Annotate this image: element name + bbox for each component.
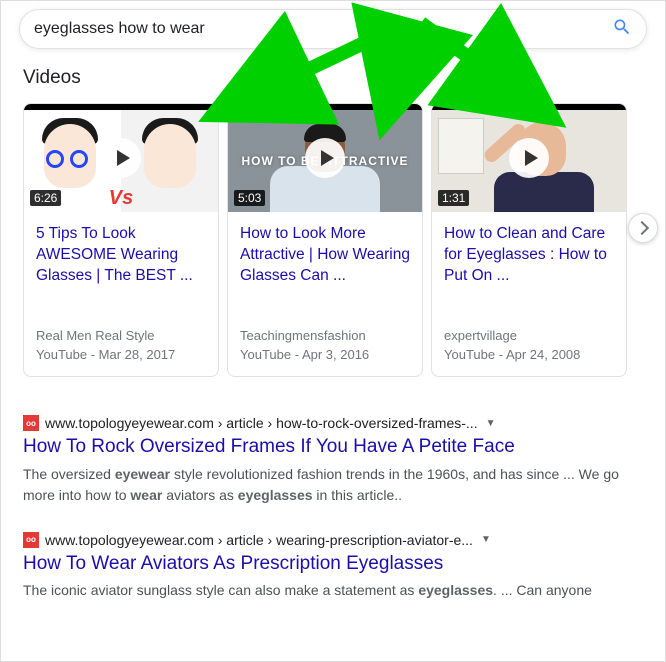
video-meta: YouTube - Apr 3, 2016 bbox=[240, 347, 410, 362]
result-snippet: The oversized eyewear style revolutioniz… bbox=[23, 464, 643, 506]
video-carousel: Vs 6:26 5 Tips To Look AWESOME Wearing G… bbox=[23, 103, 643, 377]
play-icon[interactable] bbox=[101, 138, 141, 178]
carousel-next-button[interactable] bbox=[628, 213, 658, 243]
video-thumbnail[interactable]: 1:31 bbox=[432, 104, 626, 212]
favicon-icon: oo bbox=[23, 532, 39, 548]
result-url[interactable]: oo www.topologyeyewear.com › article › w… bbox=[23, 532, 643, 548]
chevron-down-icon[interactable]: ▼ bbox=[481, 534, 491, 545]
search-icon[interactable] bbox=[612, 17, 632, 42]
search-result: oo www.topologyeyewear.com › article › h… bbox=[23, 415, 643, 506]
result-title[interactable]: How To Rock Oversized Frames If You Have… bbox=[23, 435, 643, 460]
result-url[interactable]: oo www.topologyeyewear.com › article › h… bbox=[23, 415, 643, 431]
video-title[interactable]: How to Clean and Care for Eyeglasses : H… bbox=[444, 224, 614, 306]
video-title[interactable]: 5 Tips To Look AWESOME Wearing Glasses |… bbox=[36, 224, 206, 306]
video-duration: 5:03 bbox=[234, 190, 265, 206]
video-card[interactable]: HOW TO BE ATTRACTIVE 5:03 How to Look Mo… bbox=[227, 103, 423, 377]
video-channel: expertvillage bbox=[444, 328, 614, 343]
video-channel: Teachingmensfashion bbox=[240, 328, 410, 343]
video-meta: YouTube - Apr 24, 2008 bbox=[444, 347, 614, 362]
search-bar[interactable] bbox=[19, 9, 647, 49]
result-snippet: The iconic aviator sunglass style can al… bbox=[23, 580, 643, 601]
video-card[interactable]: Vs 6:26 5 Tips To Look AWESOME Wearing G… bbox=[23, 103, 219, 377]
play-icon[interactable] bbox=[305, 138, 345, 178]
video-title[interactable]: How to Look More Attractive | How Wearin… bbox=[240, 224, 410, 306]
search-input[interactable] bbox=[34, 20, 612, 38]
chevron-down-icon[interactable]: ▼ bbox=[486, 418, 496, 429]
video-card[interactable]: 1:31 How to Clean and Care for Eyeglasse… bbox=[431, 103, 627, 377]
video-meta: YouTube - Mar 28, 2017 bbox=[36, 347, 206, 362]
search-result: oo www.topologyeyewear.com › article › w… bbox=[23, 532, 643, 602]
video-thumbnail[interactable]: Vs 6:26 bbox=[24, 104, 218, 212]
videos-heading: Videos bbox=[23, 67, 643, 89]
play-icon[interactable] bbox=[509, 138, 549, 178]
video-duration: 1:31 bbox=[438, 190, 469, 206]
result-title[interactable]: How To Wear Aviators As Prescription Eye… bbox=[23, 552, 643, 577]
video-channel: Real Men Real Style bbox=[36, 328, 206, 343]
video-thumbnail[interactable]: HOW TO BE ATTRACTIVE 5:03 bbox=[228, 104, 422, 212]
video-duration: 6:26 bbox=[30, 190, 61, 206]
favicon-icon: oo bbox=[23, 415, 39, 431]
